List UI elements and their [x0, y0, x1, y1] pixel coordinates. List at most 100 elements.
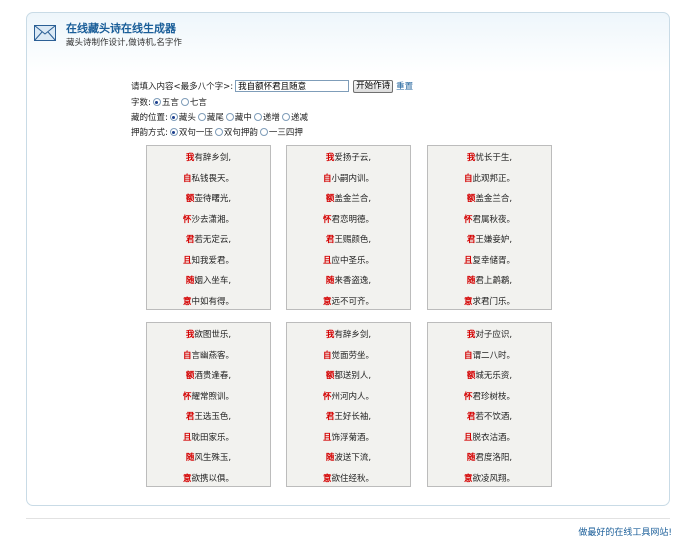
poem-line-text: 谓二八时。 — [472, 350, 516, 361]
poem-line-text: 欲住经秋。 — [331, 473, 375, 484]
poem-line-text: 欲携以俱。 — [191, 473, 235, 484]
poem-line-text: 君度洛阳, — [475, 453, 513, 463]
poem-line: 我爱扬子云, — [287, 151, 410, 163]
position-option[interactable]: 藏尾 — [196, 111, 224, 123]
poem-line-text: 言幽燕客。 — [191, 350, 235, 361]
poem-line-text: 小嗣内训。 — [331, 173, 375, 184]
rhyme-option[interactable]: 双句押韵 — [213, 126, 258, 138]
radio-button[interactable] — [197, 113, 206, 121]
option-label: 藏尾 — [206, 113, 224, 123]
poem-head-char: 且 — [182, 255, 192, 266]
poem-line-text: 有辞乡剑, — [334, 330, 372, 340]
poem-line: 自此观邦正。 — [428, 172, 551, 184]
poem-line-text: 州河内人。 — [331, 391, 375, 402]
poem-line: 我欲图世乐, — [147, 328, 270, 340]
poem-head-char: 意 — [182, 473, 192, 484]
poem-head-char: 怀 — [182, 391, 192, 402]
radio-button[interactable] — [169, 128, 178, 136]
char-count-label: 字数: — [131, 98, 151, 108]
poem-line: 意欲携以俱。 — [147, 472, 270, 484]
poem-line: 我忧长于生, — [428, 151, 551, 163]
poem-line: 额盖金兰合, — [287, 192, 410, 204]
poem-line-text: 复幸储胥。 — [472, 255, 516, 266]
poem-line: 怀君恋明德。 — [287, 213, 410, 225]
poem-line-text: 王赐颜色, — [334, 235, 372, 245]
radio-button[interactable] — [253, 113, 262, 121]
radio-button[interactable] — [214, 128, 223, 136]
reset-link[interactable]: 重置 — [396, 80, 413, 92]
option-label: 递减 — [290, 113, 308, 123]
content-input-label: 请填入内容<最多八个字>: — [131, 82, 234, 92]
poem-line-text: 君珍树枝。 — [472, 391, 516, 402]
radio-button[interactable] — [281, 113, 290, 121]
position-option[interactable]: 递增 — [252, 111, 280, 123]
app-title: 在线藏头诗在线生成器 — [66, 22, 176, 35]
poem-line-text: 欲凌风翔。 — [472, 473, 516, 484]
option-label: 递增 — [262, 113, 280, 123]
poem-line: 君王选玉色, — [147, 410, 270, 422]
poem-line-text: 知我爱君。 — [191, 255, 235, 266]
poem-head-char: 自 — [463, 350, 473, 361]
rhyme-row: 押韵方式: 双句一压 双句押韵 一三四押 — [131, 125, 303, 139]
poem-line-text: 若不饮酒, — [475, 412, 513, 422]
poem-line-text: 远不可齐。 — [331, 296, 375, 307]
radio-button[interactable] — [169, 113, 178, 121]
poem-line: 额城无乐资, — [428, 369, 551, 381]
char-count-option[interactable]: 五言 — [151, 96, 179, 108]
poem-line: 随君上鹔鹴, — [428, 274, 551, 286]
generate-button[interactable]: 开始作诗 — [353, 79, 394, 93]
poem-line: 意远不可齐。 — [287, 295, 410, 307]
poem-line-text: 盖金兰合, — [475, 194, 513, 204]
envelope-icon — [34, 25, 56, 41]
poem-line: 随来香盗逸, — [287, 274, 410, 286]
poem-line: 君王好长袖, — [287, 410, 410, 422]
poem-line: 随风生殊玉, — [147, 451, 270, 463]
poem-head-char: 意 — [182, 296, 192, 307]
poem-line-text: 来香盗逸, — [334, 276, 372, 286]
poem-line: 额壶待曙光, — [147, 192, 270, 204]
poem-line: 随姻入坐车, — [147, 274, 270, 286]
position-option[interactable]: 藏中 — [224, 111, 252, 123]
app-subtitle: 藏头诗制作设计,做诗机,名字作 — [66, 38, 182, 48]
poem-head-char: 意 — [322, 296, 332, 307]
char-count-option[interactable]: 七言 — [179, 96, 207, 108]
poem-head-char: 自 — [322, 173, 332, 184]
poem-head-char: 怀 — [322, 214, 332, 225]
content-input[interactable] — [235, 80, 350, 92]
poem-line: 额酒贵逢春, — [147, 369, 270, 381]
poem-line: 意欲住经秋。 — [287, 472, 410, 484]
radio-button[interactable] — [225, 113, 234, 121]
poem-line-text: 求君门乐。 — [472, 296, 516, 307]
option-label: 双句押韵 — [223, 128, 258, 138]
poem-line: 怀沙去潇湘。 — [147, 213, 270, 225]
poem-line-text: 君恋明德。 — [331, 214, 375, 225]
position-option[interactable]: 递减 — [280, 111, 308, 123]
radio-button[interactable] — [259, 128, 268, 136]
poem-line: 意求君门乐。 — [428, 295, 551, 307]
position-option[interactable]: 藏头 — [168, 111, 196, 123]
poem-line: 且应中圣乐。 — [287, 254, 410, 266]
radio-button[interactable] — [152, 98, 161, 106]
poem-line: 且脱衣沽酒。 — [428, 431, 551, 443]
rhyme-option[interactable]: 双句一压 — [168, 126, 213, 138]
footer-divider — [26, 518, 670, 519]
char-count-row: 字数: 五言 七言 — [131, 95, 207, 109]
poem-line-text: 应中圣乐。 — [331, 255, 375, 266]
poem-line: 额盖金兰合, — [428, 192, 551, 204]
poem-line: 我有辞乡剑, — [287, 328, 410, 340]
poem-line: 且饰浮菊酒。 — [287, 431, 410, 443]
footer-link[interactable]: 做最好的在线工具网站! — [578, 525, 672, 538]
poem-line: 怀君珍树枝。 — [428, 390, 551, 402]
poem-line-text: 私钱畏天。 — [191, 173, 235, 184]
poem-line-text: 风生殊玉, — [194, 453, 232, 463]
poem-line-text: 城无乐资, — [475, 371, 513, 381]
poem-line-text: 壶待曙光, — [194, 194, 232, 204]
poem-line-text: 君属秋夜。 — [472, 214, 516, 225]
poem-line: 且复幸储胥。 — [428, 254, 551, 266]
poem-line-text: 对子应识, — [475, 330, 513, 340]
rhyme-option[interactable]: 一三四押 — [258, 126, 303, 138]
radio-button[interactable] — [180, 98, 189, 106]
poem-head-char: 怀 — [322, 391, 332, 402]
poem-line-text: 若无定云, — [194, 235, 232, 245]
rhyme-label: 押韵方式: — [131, 128, 168, 138]
